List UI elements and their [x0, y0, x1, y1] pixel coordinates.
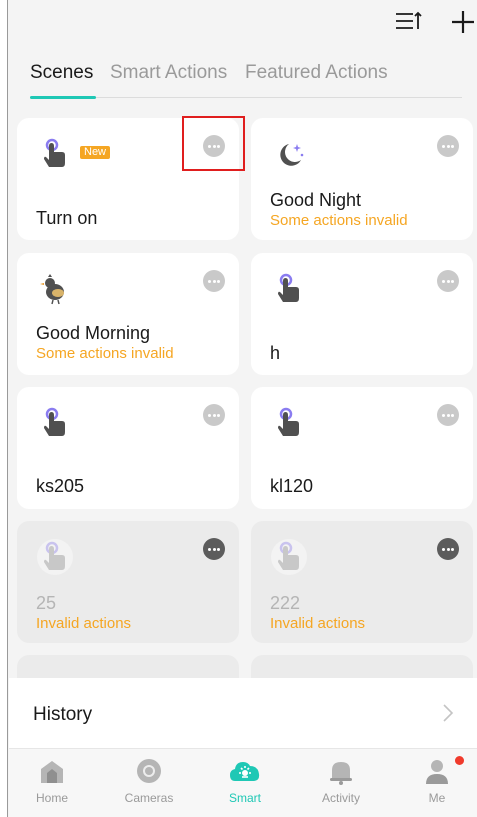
more-options-icon[interactable]	[437, 270, 459, 292]
camera-icon	[137, 759, 161, 783]
smart-icon	[230, 762, 260, 781]
nav-smart[interactable]: Smart	[205, 749, 285, 817]
nav-label: Activity	[321, 791, 360, 805]
more-options-icon[interactable]	[203, 404, 225, 426]
chevron-right-icon	[443, 704, 454, 722]
history-row[interactable]: History	[9, 678, 477, 748]
tab-bar: Scenes Smart Actions Featured Actions	[30, 62, 462, 100]
active-tab-indicator	[30, 96, 96, 99]
scene-card-kl120[interactable]: kl120	[251, 387, 473, 509]
scene-status: Invalid actions	[36, 615, 132, 632]
nav-label: Smart	[228, 791, 261, 805]
top-bar	[9, 0, 477, 42]
hand-tap-icon	[271, 539, 307, 575]
scene-name: Good Night	[270, 190, 362, 210]
more-options-icon[interactable]	[203, 538, 225, 560]
hand-tap-icon	[278, 273, 299, 302]
hand-tap-icon	[278, 407, 299, 436]
scene-status: Some actions invalid	[270, 212, 408, 229]
home-icon	[41, 761, 63, 783]
scene-status: Invalid actions	[270, 615, 366, 632]
more-options-icon[interactable]	[437, 135, 459, 157]
nav-activity[interactable]: Activity	[301, 749, 381, 817]
scene-card-222[interactable]: 222 Invalid actions	[251, 521, 473, 643]
new-badge: New	[80, 146, 111, 159]
bottom-nav: Home Cameras Smart Activity Me	[9, 748, 477, 817]
scene-name: kl120	[270, 476, 314, 496]
nav-cameras[interactable]: Cameras	[109, 749, 189, 817]
hand-tap-icon	[44, 138, 65, 167]
tab-scenes[interactable]: Scenes	[30, 62, 93, 84]
scene-name: 25	[36, 593, 57, 613]
scene-name: Turn on	[36, 208, 98, 228]
scene-name: h	[270, 343, 281, 363]
tab-featured-actions[interactable]: Featured Actions	[245, 62, 388, 84]
moon-icon	[280, 144, 304, 166]
scene-name: ks205	[36, 476, 85, 496]
scene-name: Good Morning	[36, 323, 151, 343]
more-options-icon[interactable]	[203, 270, 225, 292]
history-label: History	[33, 704, 93, 725]
tab-smart-actions[interactable]: Smart Actions	[110, 62, 227, 84]
scene-card-turn-on[interactable]: New Turn on	[17, 118, 239, 240]
hand-tap-icon	[37, 539, 73, 575]
scene-card-good-night[interactable]: Good Night Some actions invalid	[251, 118, 473, 240]
nav-label: Me	[428, 791, 446, 805]
smart-screen: Scenes Smart Actions Featured Actions Ne…	[0, 0, 477, 817]
more-options-icon[interactable]	[437, 404, 459, 426]
add-icon[interactable]	[449, 8, 477, 36]
scene-card-ks205[interactable]: ks205	[17, 387, 239, 509]
scene-name: 222	[270, 593, 301, 613]
scene-status: Some actions invalid	[36, 345, 174, 362]
bird-icon	[40, 274, 64, 305]
scene-card-25[interactable]: 25 Invalid actions	[17, 521, 239, 643]
nav-home[interactable]: Home	[12, 749, 92, 817]
scene-card-h[interactable]: h	[251, 253, 473, 375]
hand-tap-icon	[44, 407, 65, 436]
more-options-icon[interactable]	[437, 538, 459, 560]
nav-label: Cameras	[124, 791, 174, 805]
nav-me[interactable]: Me	[397, 749, 477, 817]
sort-icon[interactable]	[394, 8, 422, 36]
window-edge	[0, 0, 8, 817]
notification-dot	[455, 756, 464, 765]
nav-label: Home	[35, 791, 68, 805]
person-icon	[426, 760, 448, 784]
more-options-icon[interactable]	[203, 135, 225, 157]
bell-icon	[330, 762, 352, 785]
scene-card-good-morning[interactable]: Good Morning Some actions invalid	[17, 253, 239, 375]
